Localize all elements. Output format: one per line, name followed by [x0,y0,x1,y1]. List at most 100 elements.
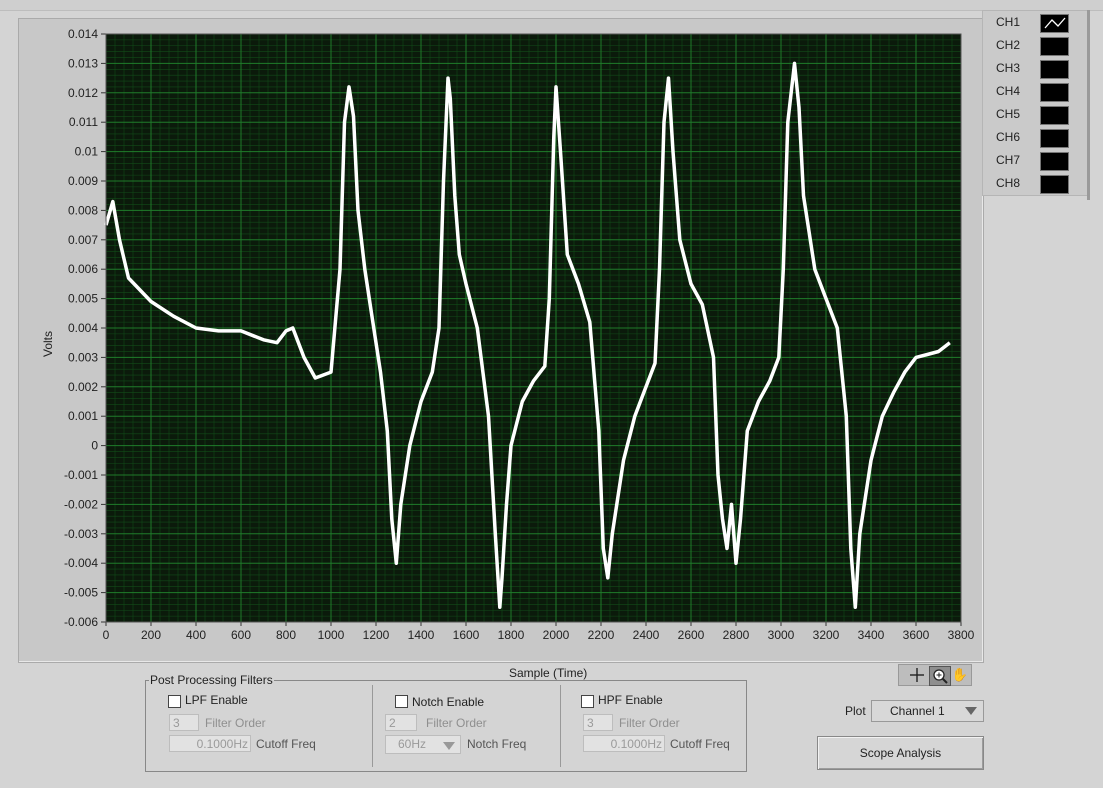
y-tick-label: -0.004 [64,556,98,570]
x-tick-label: 600 [231,628,251,642]
y-tick-label: 0.003 [68,350,98,364]
y-tick-label: 0.004 [68,321,98,335]
y-tick-label: 0.002 [68,380,98,394]
notch-order-label: Filter Order [426,716,487,730]
y-tick-label: 0.007 [68,233,98,247]
plot-area[interactable]: 0 200 400 600 800 1000 1200 1400 1600 1800 2000 220… [19,19,983,662]
legend-item-ch3[interactable]: CH3 [983,57,1087,80]
hpf-cutoff-label: Cutoff Freq [670,737,730,751]
y-tick-label: -0.002 [64,497,98,511]
notch-freq-label: Notch Freq [467,737,527,751]
x-tick-label: 2800 [723,628,750,642]
graph-palette: ✋ [898,664,972,686]
hpf-enable-label: HPF Enable [598,693,663,707]
hpf-order-label: Filter Order [619,716,680,730]
legend-label: CH5 [996,107,1021,121]
y-tick-label: 0.013 [68,56,98,70]
filters-title: Post Processing Filters [149,673,274,687]
trace-swatch-icon[interactable] [1040,106,1069,125]
x-tick-label: 2200 [588,628,615,642]
legend-item-ch2[interactable]: CH2 [983,34,1087,57]
y-tick-label: 0.005 [68,292,98,306]
y-tick-label: -0.003 [64,527,98,541]
y-tick-label: 0.008 [68,203,98,217]
lpf-order-label: Filter Order [205,716,266,730]
x-tick-label: 3200 [813,628,840,642]
legend-label: CH6 [996,130,1021,144]
crosshair-icon[interactable] [907,666,927,684]
y-tick-label: 0.012 [68,86,98,100]
lpf-cutoff-label: Cutoff Freq [256,737,316,751]
lpf-cutoff-field[interactable]: 0.1000Hz [169,735,251,752]
x-tick-label: 400 [186,628,206,642]
post-processing-filters: Post Processing Filters LPF Enable 3 Fil… [145,673,747,772]
notch-freq-value: 60Hz [398,737,427,751]
x-tick-label: 800 [276,628,296,642]
y-tick-label: 0.001 [68,409,98,423]
chevron-down-icon [443,742,455,750]
x-tick-label: 2400 [633,628,660,642]
legend-scrollbar[interactable] [1087,10,1090,200]
x-tick-label: 200 [141,628,161,642]
lpf-order-field[interactable]: 3 [169,714,199,731]
legend-item-ch7[interactable]: CH7 [983,149,1087,172]
legend-item-ch1[interactable]: CH1 [983,11,1087,34]
x-tick-label: 2600 [678,628,705,642]
plot-channel-value: Channel 1 [890,704,945,718]
x-tick-label: 1400 [408,628,435,642]
plot-select-label: Plot [845,704,866,718]
trace-swatch-icon[interactable] [1040,175,1069,194]
legend-label: CH1 [996,15,1021,29]
trace-swatch-icon[interactable] [1040,14,1069,33]
hpf-enable-checkbox[interactable] [581,695,594,708]
notch-order-field[interactable]: 2 [385,714,417,731]
legend-label: CH3 [996,61,1021,75]
trace-swatch-icon[interactable] [1040,37,1069,56]
hpf-order-field[interactable]: 3 [583,714,613,731]
x-tick-label: 3800 [948,628,975,642]
y-tick-label: 0.014 [68,27,98,41]
legend-item-ch8[interactable]: CH8 [983,172,1087,195]
trace-swatch-icon[interactable] [1040,129,1069,148]
legend-label: CH7 [996,153,1021,167]
hand-icon[interactable]: ✋ [950,666,970,684]
y-tick-label: -0.006 [64,615,98,629]
filter-divider [560,685,561,767]
x-tick-label: 1800 [498,628,525,642]
notch-freq-select[interactable]: 60Hz [385,735,461,754]
notch-enable-checkbox[interactable] [395,695,408,708]
y-tick-label: -0.005 [64,586,98,600]
x-tick-label: 1600 [453,628,480,642]
legend-label: CH2 [996,38,1021,52]
y-axis-label: Volts [41,330,56,358]
y-tick-label: -0.001 [64,468,98,482]
filter-divider [372,685,373,767]
legend-item-ch4[interactable]: CH4 [983,80,1087,103]
x-tick-label: 3000 [768,628,795,642]
y-tick-label: 0.009 [68,174,98,188]
zoom-icon[interactable] [929,666,951,686]
plot-channel-select[interactable]: Channel 1 [871,700,984,722]
y-tick-label: 0.006 [68,262,98,276]
waveform-graph: 0 200 400 600 800 1000 1200 1400 1600 1800 2000 220… [18,18,984,680]
chevron-down-icon [965,707,977,715]
scope-analysis-button[interactable]: Scope Analysis [817,736,984,770]
hpf-cutoff-field[interactable]: 0.1000Hz [583,735,665,752]
y-tick-label: 0.011 [69,115,98,129]
trace-swatch-icon[interactable] [1040,60,1069,79]
legend-item-ch5[interactable]: CH5 [983,103,1087,126]
x-tick-label: 3600 [903,628,930,642]
top-bar [0,0,1103,11]
x-tick-label: 3400 [858,628,885,642]
x-tick-label: 1000 [318,628,345,642]
x-axis-label: Sample (Time) [509,666,588,680]
trace-swatch-icon[interactable] [1040,152,1069,171]
legend-label: CH4 [996,84,1021,98]
legend-label: CH8 [996,176,1021,190]
legend-item-ch6[interactable]: CH6 [983,126,1087,149]
lpf-enable-label: LPF Enable [185,693,248,707]
notch-enable-label: Notch Enable [412,695,485,709]
lpf-enable-checkbox[interactable] [168,695,181,708]
plot-legend: CH1 CH2 CH3 CH4 CH5 CH6 CH7 CH8 [982,10,1088,196]
trace-swatch-icon[interactable] [1040,83,1069,102]
